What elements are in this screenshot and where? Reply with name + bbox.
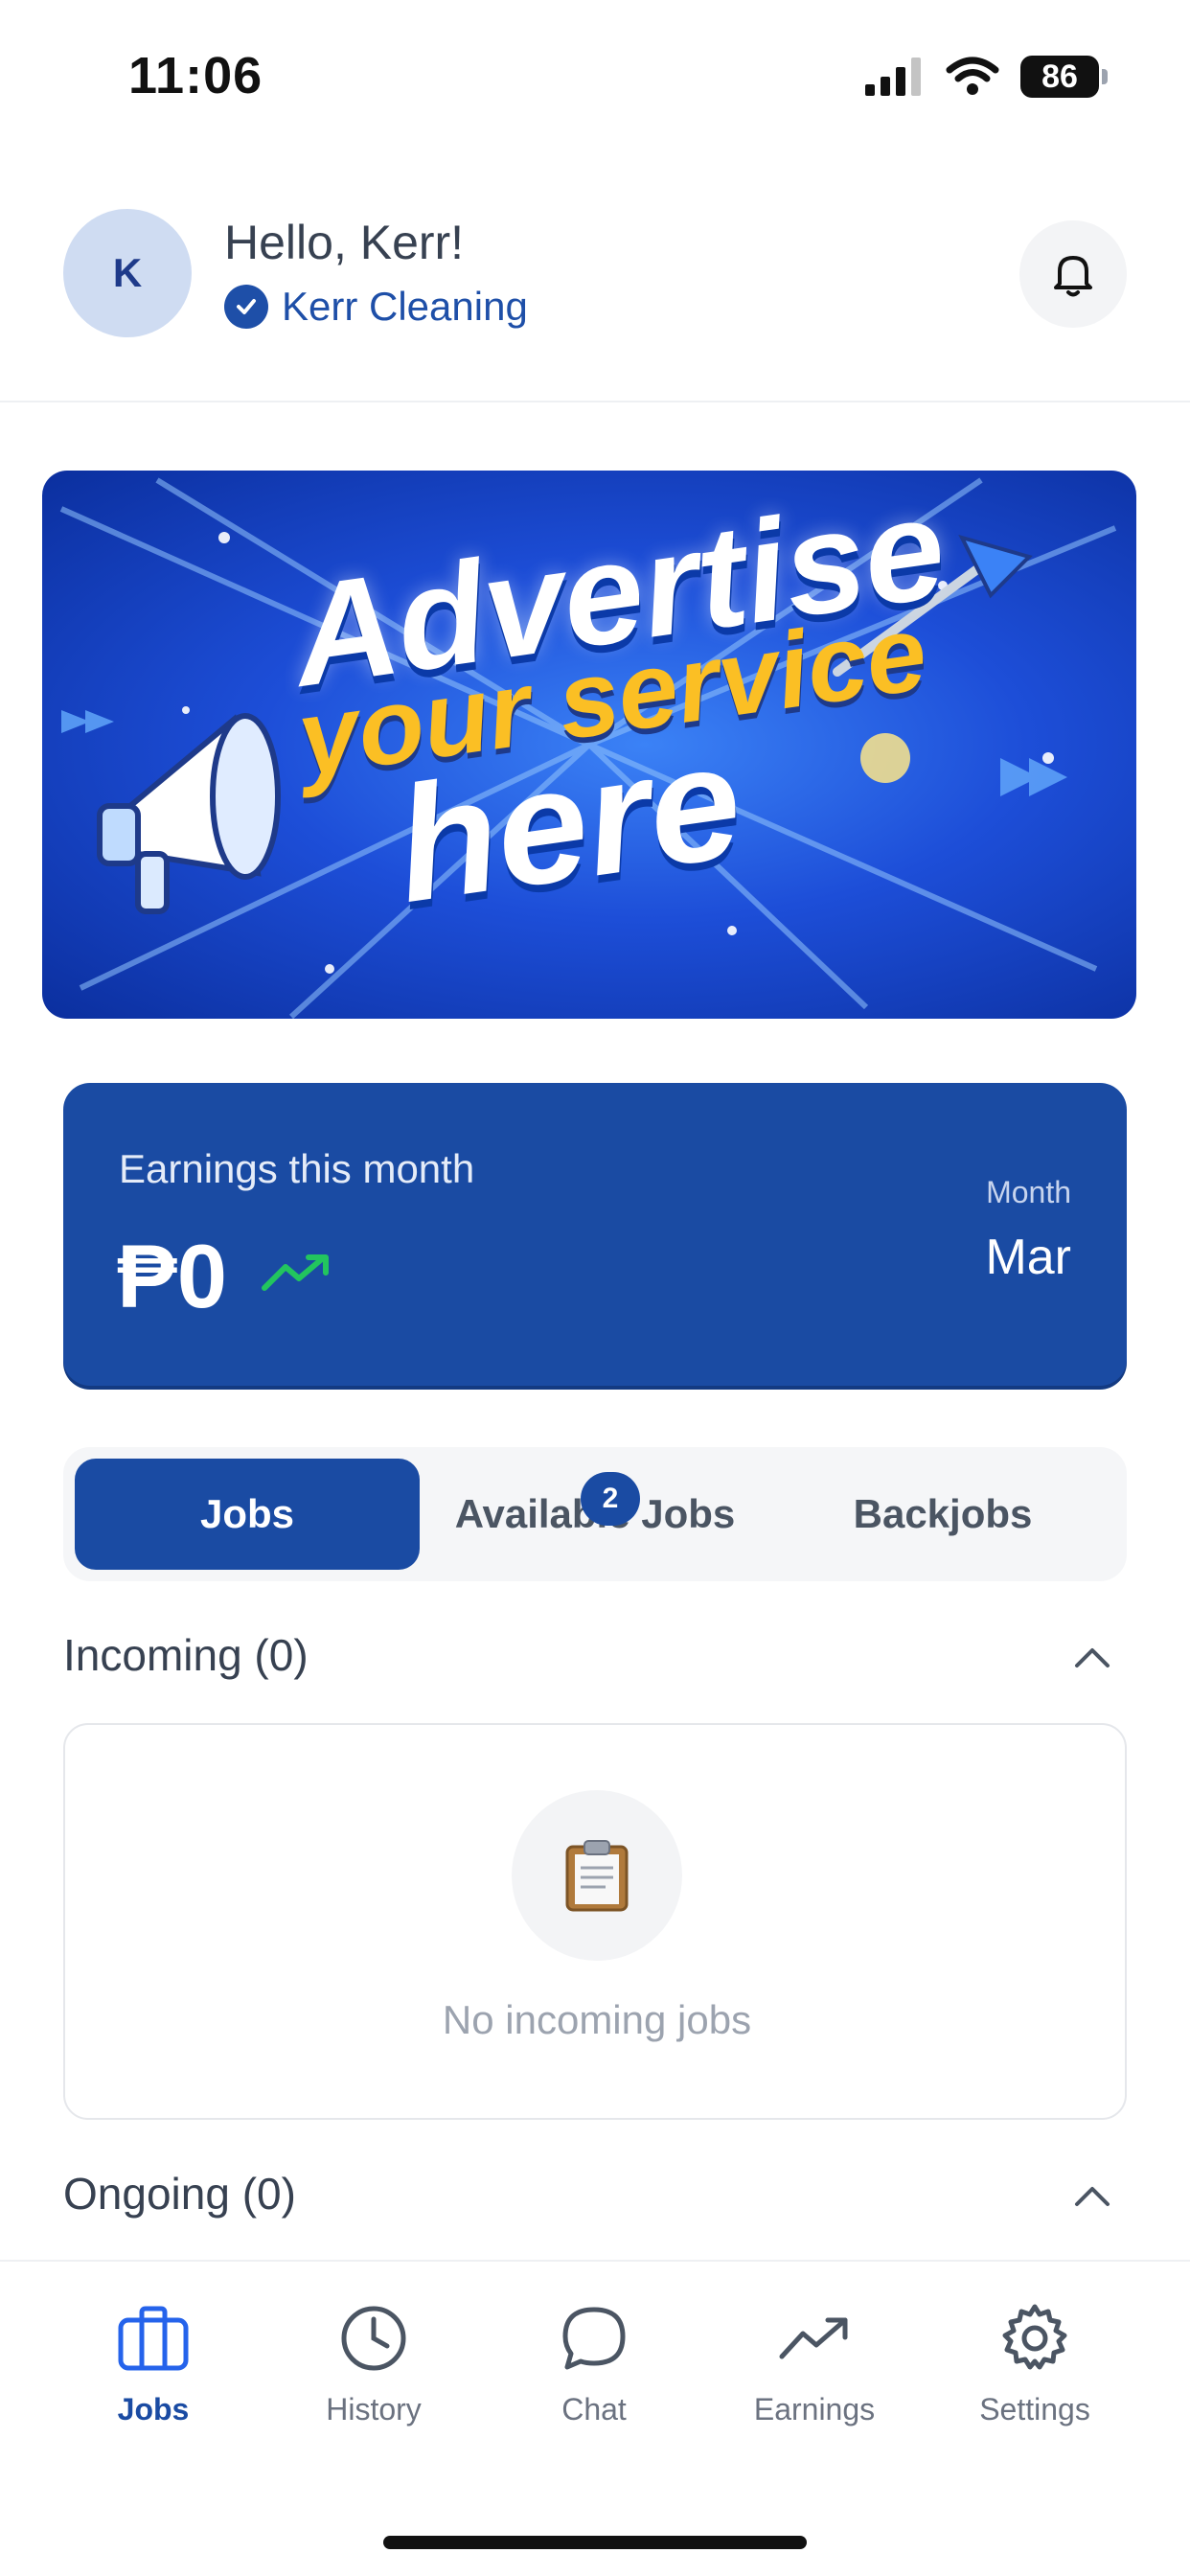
empty-incoming-text: No incoming jobs [442, 1997, 752, 2042]
trending-up-icon [776, 2300, 853, 2377]
nav-jobs[interactable]: Jobs [43, 2300, 263, 2427]
tab-jobs[interactable]: Jobs [75, 1459, 420, 1570]
status-time: 11:06 [128, 47, 263, 104]
verified-check-icon [224, 285, 268, 329]
earnings-label: Earnings this month [119, 1146, 475, 1191]
notifications-button[interactable] [1019, 220, 1127, 328]
greeting-text: Hello, Kerr! [224, 216, 465, 269]
earnings-value: ₱0 [117, 1226, 227, 1326]
status-icons: 86 [865, 56, 1108, 98]
bottom-navigation: Jobs History Chat Earnings Settings [0, 2260, 1190, 2576]
earnings-card[interactable]: Earnings this month ₱0 Month Mar [63, 1083, 1127, 1386]
nav-history[interactable]: History [263, 2300, 484, 2427]
clipboard-icon-wrap [512, 1790, 682, 1961]
bell-icon [1054, 256, 1092, 297]
ongoing-section-title[interactable]: Ongoing (0) [63, 2168, 296, 2220]
clock-icon [335, 2300, 412, 2377]
business-name-row: Kerr Cleaning [224, 284, 528, 330]
clipboard-icon [565, 1840, 629, 1912]
nav-jobs-label: Jobs [117, 2392, 190, 2426]
month-value[interactable]: Mar [985, 1229, 1071, 1286]
banner-headline: Advertise your service here [42, 471, 1136, 1019]
battery-level: 86 [1020, 56, 1099, 98]
status-bar: 11:06 86 [0, 0, 1190, 153]
advertise-banner[interactable]: Advertise your service here [42, 471, 1136, 1019]
nav-chat[interactable]: Chat [484, 2300, 704, 2427]
month-label: Month [986, 1175, 1071, 1209]
home-indicator[interactable] [383, 2536, 807, 2549]
chat-bubble-icon [556, 2300, 632, 2377]
incoming-section-title[interactable]: Incoming (0) [63, 1629, 309, 1681]
available-jobs-badge: 2 [581, 1472, 640, 1526]
nav-earnings[interactable]: Earnings [704, 2300, 925, 2427]
battery-tip [1102, 69, 1108, 84]
trending-up-icon [262, 1254, 329, 1291]
nav-chat-label: Chat [561, 2392, 627, 2426]
nav-history-label: History [326, 2392, 422, 2426]
gear-icon [996, 2300, 1073, 2377]
avatar[interactable]: K [63, 209, 192, 337]
wifi-icon [946, 57, 999, 95]
nav-settings[interactable]: Settings [925, 2300, 1145, 2427]
nav-earnings-label: Earnings [753, 2392, 876, 2426]
chevron-up-icon[interactable] [1069, 2174, 1115, 2220]
cellular-signal-icon [865, 58, 921, 96]
header: K Hello, Kerr! Kerr Cleaning [0, 192, 1190, 402]
battery-indicator: 86 [1020, 56, 1108, 98]
tab-backjobs[interactable]: Backjobs [770, 1459, 1115, 1570]
briefcase-icon [115, 2300, 192, 2377]
chevron-up-icon[interactable] [1069, 1635, 1115, 1681]
nav-settings-label: Settings [979, 2392, 1090, 2426]
incoming-empty-card: No incoming jobs [63, 1723, 1127, 2120]
business-name: Kerr Cleaning [282, 284, 528, 329]
